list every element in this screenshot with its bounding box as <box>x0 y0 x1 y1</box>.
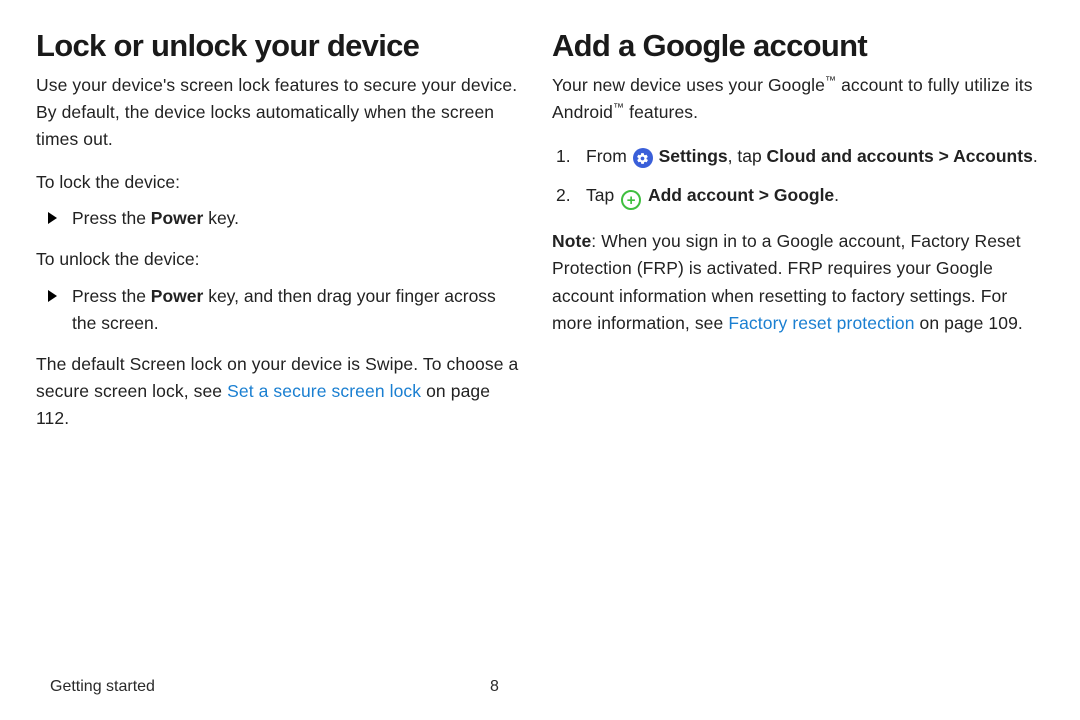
trademark-symbol: ™ <box>825 75 836 87</box>
unlock-list: Press the Power key, and then drag your … <box>36 283 524 337</box>
step-2: 2. Tap + Add account > Google. <box>578 181 1040 211</box>
heading-lock-unlock: Lock or unlock your device <box>36 28 524 64</box>
text: From <box>586 146 632 166</box>
trademark-symbol: ™ <box>613 102 624 114</box>
plus-icon: + <box>621 190 641 210</box>
two-column-layout: Lock or unlock your device Use your devi… <box>36 28 1040 448</box>
text: on page 109. <box>915 313 1023 333</box>
text: Press the <box>72 286 151 306</box>
cloud-accounts-bold: Cloud and accounts <box>767 146 934 166</box>
step-number: 1. <box>556 142 571 171</box>
note-text: Note: When you sign in to a Google accou… <box>552 228 1040 337</box>
page-number: 8 <box>490 678 499 696</box>
add-account-bold: Add account <box>648 185 754 205</box>
settings-bold: Settings <box>659 146 728 166</box>
caret: > <box>754 185 774 205</box>
text: features. <box>624 102 698 122</box>
footer-section: Getting started <box>50 678 155 695</box>
google-intro-text: Your new device uses your Google™ accoun… <box>552 72 1040 126</box>
default-lock-text: The default Screen lock on your device i… <box>36 351 524 432</box>
caret: > <box>934 146 953 166</box>
text: Press the <box>72 208 151 228</box>
link-set-secure-screen-lock[interactable]: Set a secure screen lock <box>227 381 421 401</box>
accounts-bold: Accounts <box>953 146 1033 166</box>
lock-intro-text: Use your device's screen lock features t… <box>36 72 524 153</box>
link-factory-reset-protection[interactable]: Factory reset protection <box>728 313 914 333</box>
steps-list: 1. From Settings, tap Cloud and accounts… <box>552 142 1040 210</box>
text: Your new device uses your Google <box>552 75 825 95</box>
unlock-step: Press the Power key, and then drag your … <box>62 283 524 337</box>
text: . <box>834 185 839 205</box>
lock-step: Press the Power key. <box>62 205 524 232</box>
page-footer: Getting started 8 <box>50 678 1040 696</box>
left-column: Lock or unlock your device Use your devi… <box>36 28 524 448</box>
text: . <box>1033 146 1038 166</box>
settings-icon <box>633 148 653 168</box>
heading-add-google: Add a Google account <box>552 28 1040 64</box>
note-bold: Note <box>552 231 591 251</box>
step-1: 1. From Settings, tap Cloud and accounts… <box>578 142 1040 171</box>
right-column: Add a Google account Your new device use… <box>552 28 1040 448</box>
unlock-lead: To unlock the device: <box>36 246 524 272</box>
power-key-bold: Power <box>151 208 204 228</box>
power-key-bold: Power <box>151 286 204 306</box>
lock-list: Press the Power key. <box>36 205 524 232</box>
text: Tap <box>586 185 619 205</box>
google-bold: Google <box>774 185 834 205</box>
step-number: 2. <box>556 181 571 210</box>
text: key. <box>203 208 239 228</box>
lock-lead: To lock the device: <box>36 169 524 195</box>
text: , tap <box>728 146 767 166</box>
